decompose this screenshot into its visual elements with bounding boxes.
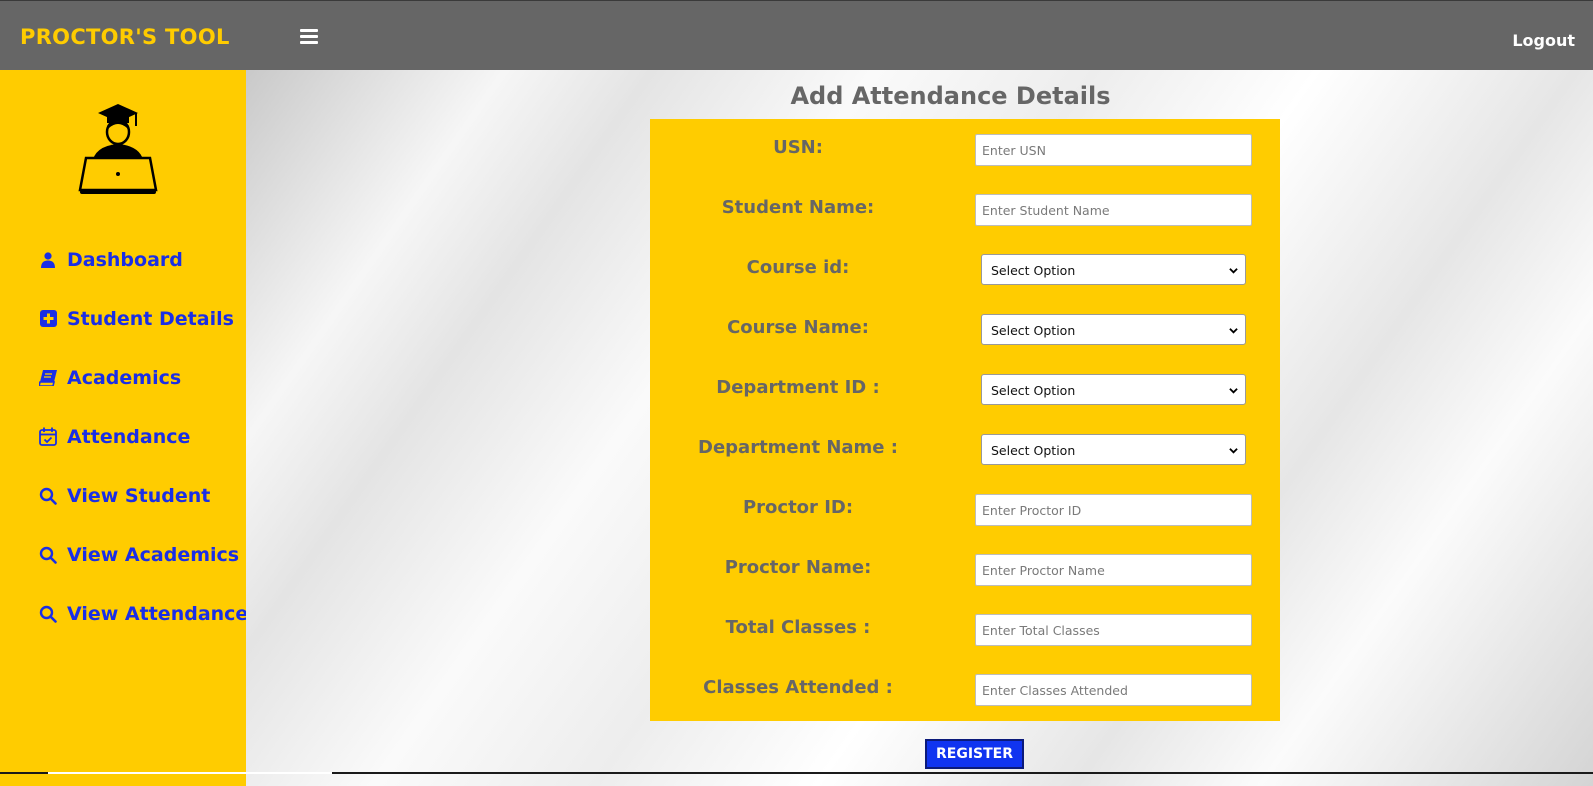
- field-label: Course Name:: [727, 317, 869, 338]
- logout-link[interactable]: Logout: [1512, 31, 1575, 50]
- sidebar-item-attendance[interactable]: Attendance: [38, 407, 248, 466]
- field-label: Department Name :: [698, 437, 898, 458]
- classes-attended-input[interactable]: [975, 674, 1252, 706]
- field-label: USN:: [773, 137, 823, 158]
- select-value: Select Option: [991, 323, 1076, 338]
- department-name-select[interactable]: Select Option: [981, 434, 1246, 465]
- chevron-down-icon: [1229, 448, 1238, 454]
- field-label: Student Name:: [721, 197, 875, 218]
- sidebar-item-label: Student Details: [67, 307, 234, 330]
- sidebar-item-label: Dashboard: [67, 248, 183, 271]
- course-id-select[interactable]: Select Option: [981, 254, 1246, 285]
- field-label: Proctor Name:: [724, 557, 872, 578]
- form-row-department-name: Department Name : Select Option: [650, 419, 1280, 479]
- sidebar-item-label: View Attendance: [67, 602, 249, 625]
- brand-logo-text: PROCTOR'S TOOL: [20, 25, 230, 49]
- sidebar-item-label: View Student: [67, 484, 211, 507]
- sidebar-item-academics[interactable]: Academics: [38, 348, 248, 407]
- proctor-name-input[interactable]: [975, 554, 1252, 586]
- proctor-id-input[interactable]: [975, 494, 1252, 526]
- usn-input[interactable]: [975, 134, 1252, 166]
- form-row-course-name: Course Name: Select Option: [650, 299, 1280, 359]
- select-value: Select Option: [991, 383, 1076, 398]
- department-id-select[interactable]: Select Option: [981, 374, 1246, 405]
- form-row-total-classes: Total Classes :: [650, 599, 1280, 659]
- total-classes-input[interactable]: [975, 614, 1252, 646]
- form-row-student-name: Student Name:: [650, 179, 1280, 239]
- sidebar-item-dashboard[interactable]: Dashboard: [38, 230, 248, 289]
- search-icon: [38, 545, 58, 565]
- search-icon: [38, 604, 58, 624]
- field-label: Classes Attended :: [703, 677, 893, 698]
- field-label: Total Classes :: [725, 617, 871, 638]
- plus-square-icon: [38, 309, 58, 329]
- form-row-course-id: Course id: Select Option: [650, 239, 1280, 299]
- main-content: Add Attendance Details USN: Student Name…: [246, 70, 1593, 786]
- register-button[interactable]: REGISTER: [925, 739, 1024, 769]
- form-row-department-id: Department ID : Select Option: [650, 359, 1280, 419]
- form-row-usn: USN:: [650, 119, 1280, 179]
- chevron-down-icon: [1229, 388, 1238, 394]
- form-row-proctor-id: Proctor ID:: [650, 479, 1280, 539]
- calendar-check-icon: [38, 427, 58, 447]
- form-row-classes-attended: Classes Attended :: [650, 659, 1280, 719]
- select-value: Select Option: [991, 263, 1076, 278]
- sidebar-item-view-student[interactable]: View Student: [38, 466, 248, 525]
- book-icon: [38, 368, 58, 388]
- bottom-divider: [0, 772, 1593, 774]
- sidebar-nav: Dashboard Student Details Academics Atte…: [38, 230, 248, 643]
- student-name-input[interactable]: [975, 194, 1252, 226]
- field-label: Course id:: [746, 257, 850, 278]
- field-label: Proctor ID:: [742, 497, 854, 518]
- sidebar: Dashboard Student Details Academics Atte…: [0, 70, 248, 786]
- chevron-down-icon: [1229, 268, 1238, 274]
- attendance-form: USN: Student Name: Course id: Select Opt…: [650, 119, 1280, 721]
- hamburger-menu-icon[interactable]: [300, 29, 318, 44]
- field-label: Department ID :: [716, 377, 880, 398]
- form-row-proctor-name: Proctor Name:: [650, 539, 1280, 599]
- chevron-down-icon: [1229, 328, 1238, 334]
- course-name-select[interactable]: Select Option: [981, 314, 1246, 345]
- search-icon: [38, 486, 58, 506]
- sidebar-item-label: Attendance: [67, 425, 191, 448]
- sidebar-item-student-details[interactable]: Student Details: [38, 289, 248, 348]
- user-icon: [38, 250, 58, 270]
- sidebar-item-label: View Academics: [67, 543, 240, 566]
- sidebar-item-view-academics[interactable]: View Academics: [38, 525, 248, 584]
- top-bar: PROCTOR'S TOOL Logout: [0, 0, 1593, 70]
- page-title: Add Attendance Details: [790, 82, 1111, 110]
- select-value: Select Option: [991, 443, 1076, 458]
- sidebar-item-label: Academics: [67, 366, 182, 389]
- sidebar-item-view-attendance[interactable]: View Attendance: [38, 584, 248, 643]
- graduate-avatar-icon: [78, 102, 158, 196]
